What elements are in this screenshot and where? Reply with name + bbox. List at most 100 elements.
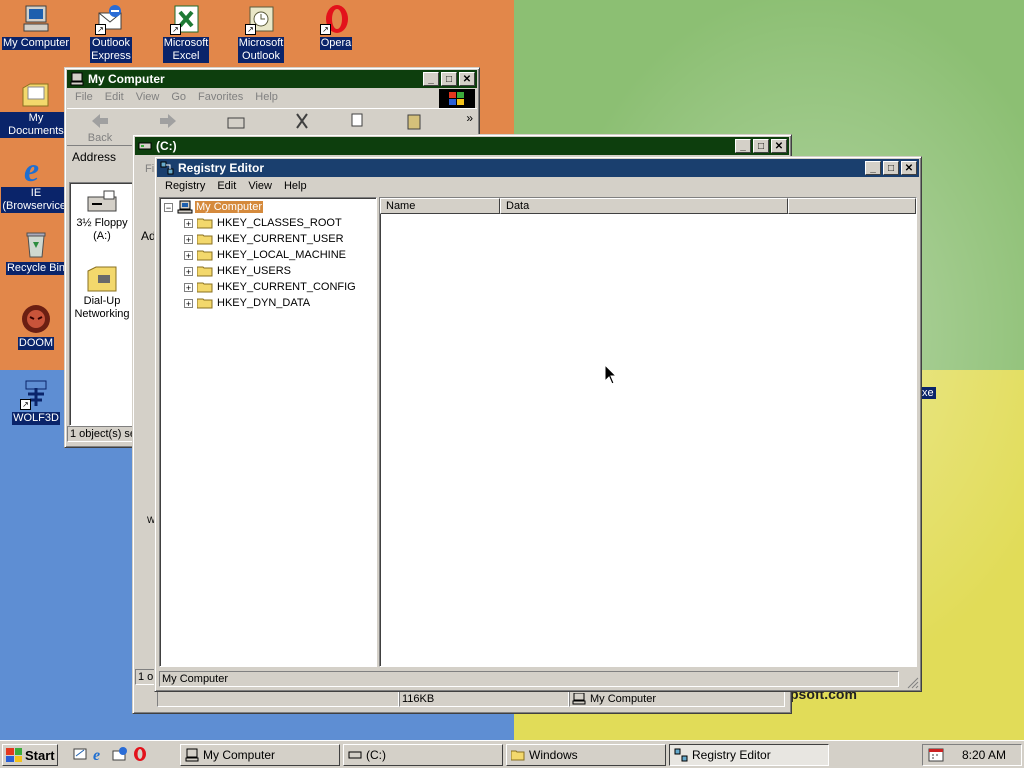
menu-bar: File Edit View Go Favorites Help [65, 88, 479, 109]
column-header-filler [788, 198, 916, 214]
desktop-icon-microsoft-outlook[interactable]: ↗ Microsoft Outlook [225, 3, 297, 63]
tree-item-hkey-dyn-data[interactable]: + HKEY_DYN_DATA [184, 295, 310, 311]
back-button[interactable]: Back [71, 109, 129, 144]
maximize-button[interactable]: □ [441, 72, 457, 86]
desktop-icon-recycle-bin[interactable]: Recycle Bin [0, 228, 72, 275]
tree-item-hkey-current-config[interactable]: + HKEY_CURRENT_CONFIG [184, 279, 356, 295]
taskbar-task-my-computer[interactable]: My Computer [180, 744, 340, 766]
computer-icon [70, 72, 84, 86]
expand-toggle[interactable]: + [184, 250, 193, 260]
paste-button[interactable] [385, 109, 443, 132]
tree-item-hkey-local-machine[interactable]: + HKEY_LOCAL_MACHINE [184, 247, 346, 263]
status-bar-middle [157, 691, 399, 707]
desktop-icon-doom[interactable]: DOOM [0, 303, 72, 350]
menu-file[interactable]: File [69, 91, 99, 103]
tree-item-hkey-classes-root[interactable]: + HKEY_CLASSES_ROOT [184, 215, 342, 231]
desktop-icon-opera[interactable]: ↗ Opera [300, 3, 372, 50]
file-item-dial-up-networking[interactable]: Dial-Up Networking [70, 263, 134, 321]
internet-explorer-icon[interactable]: e [92, 746, 108, 764]
outlook-express-icon[interactable] [112, 746, 128, 762]
tree-root-my-computer[interactable]: − My Computer [164, 199, 264, 215]
desktop-icon-label: Outlook Express [90, 37, 132, 63]
desktop-icon-wolf3d[interactable]: ↗ WOLF3D [0, 378, 72, 425]
close-button[interactable]: ✕ [771, 139, 787, 153]
folder-icon [196, 297, 213, 309]
close-button[interactable]: ✕ [459, 72, 475, 86]
title-bar[interactable]: My Computer _ □ ✕ [67, 70, 477, 88]
resize-grip-icon[interactable] [907, 677, 919, 689]
copy-button[interactable] [329, 109, 387, 132]
up-button[interactable] [207, 109, 265, 132]
opera-icon[interactable] [132, 746, 148, 762]
menu-edit[interactable]: Edit [99, 91, 130, 103]
menu-registry[interactable]: Registry [159, 180, 211, 192]
cut-button[interactable] [273, 109, 331, 132]
desktop-icon-label: My Documents [0, 112, 72, 138]
taskbar-task-windows[interactable]: Windows [506, 744, 666, 766]
menu-edit[interactable]: Edit [211, 180, 242, 192]
scheduler-icon[interactable] [928, 747, 944, 763]
menu-favorites[interactable]: Favorites [192, 91, 249, 103]
paste-icon [404, 112, 424, 130]
excel-icon: ↗ [170, 3, 202, 35]
collapse-toggle[interactable]: − [164, 202, 173, 212]
expand-toggle[interactable]: + [184, 218, 193, 228]
shortcut-arrow-icon: ↗ [245, 24, 256, 35]
column-header-data[interactable]: Data [500, 198, 788, 214]
tree-root-label: My Computer [195, 201, 264, 213]
menu-view[interactable]: View [130, 91, 166, 103]
menu-go[interactable]: Go [165, 91, 192, 103]
menu-help[interactable]: Help [249, 91, 284, 103]
internet-explorer-icon: e [20, 152, 52, 189]
shortcut-arrow-icon: ↗ [20, 399, 31, 410]
menu-view[interactable]: View [242, 180, 278, 192]
desktop-icon-my-documents[interactable]: My Documents [0, 78, 72, 138]
tree-item-hkey-current-user[interactable]: + HKEY_CURRENT_USER [184, 231, 344, 247]
forward-arrow-icon [158, 112, 178, 130]
expand-toggle[interactable]: + [184, 298, 193, 308]
desktop-icon-outlook-express[interactable]: ↗ Outlook Express [75, 3, 147, 63]
taskbar-task-registry-editor[interactable]: Registry Editor [669, 744, 829, 766]
desktop-icon-my-computer[interactable]: My Computer [0, 3, 72, 50]
title-bar[interactable]: Registry Editor _ □ ✕ [157, 159, 919, 177]
minimize-button[interactable]: _ [865, 161, 881, 175]
expand-toggle[interactable]: + [184, 266, 193, 276]
outlook-icon: ↗ [245, 3, 277, 35]
taskbar-task-c-drive[interactable]: (C:) [343, 744, 503, 766]
registry-editor-window[interactable]: Registry Editor _ □ ✕ Registry Edit View… [154, 156, 922, 692]
registry-editor-icon [674, 748, 688, 762]
desktop-icon-label: Microsoft Excel [162, 37, 210, 63]
tree-item-hkey-users[interactable]: + HKEY_USERS [184, 263, 291, 279]
file-item-floppy[interactable]: 3½ Floppy (A:) [70, 189, 134, 243]
address-label: Address [72, 150, 117, 164]
cut-icon [292, 112, 312, 130]
title-bar[interactable]: (C:) _ □ ✕ [135, 137, 789, 155]
status-bar: My Computer [159, 671, 899, 687]
menu-file-fragment[interactable]: Fi [145, 163, 154, 175]
toolbar-chevron-icon[interactable]: » [466, 111, 473, 125]
file-list-pane[interactable]: 3½ Floppy (A:) Dial-Up Networking [69, 182, 133, 426]
close-button[interactable]: ✕ [901, 161, 917, 175]
minimize-button[interactable]: _ [735, 139, 751, 153]
status-bar-location: My Computer [569, 691, 785, 707]
forward-button[interactable] [139, 109, 197, 132]
show-desktop-icon[interactable] [72, 746, 88, 762]
desktop-icon-label: My Computer [1, 37, 71, 50]
maximize-button[interactable]: □ [883, 161, 899, 175]
windows-logo-icon [6, 748, 22, 762]
partial-desktop-icon-label[interactable]: xe [920, 387, 936, 399]
column-header-name[interactable]: Name [380, 198, 500, 214]
back-arrow-icon [90, 112, 110, 130]
expand-toggle[interactable]: + [184, 282, 193, 292]
maximize-button[interactable]: □ [753, 139, 769, 153]
key-tree-pane[interactable]: − My Computer + HKEY_CLASSES_ROOT + HKEY… [159, 197, 377, 667]
expand-toggle[interactable]: + [184, 234, 193, 244]
start-button[interactable]: Start [2, 744, 58, 766]
menu-help[interactable]: Help [278, 180, 313, 192]
values-list-pane[interactable]: Name Data [379, 197, 917, 667]
desktop-icon-ie[interactable]: e IE (Browservice) [0, 152, 72, 213]
minimize-button[interactable]: _ [423, 72, 439, 86]
clock[interactable]: 8:20 AM [962, 748, 1006, 762]
desktop-icon-microsoft-excel[interactable]: ↗ Microsoft Excel [150, 3, 222, 63]
folder-icon [196, 265, 213, 277]
